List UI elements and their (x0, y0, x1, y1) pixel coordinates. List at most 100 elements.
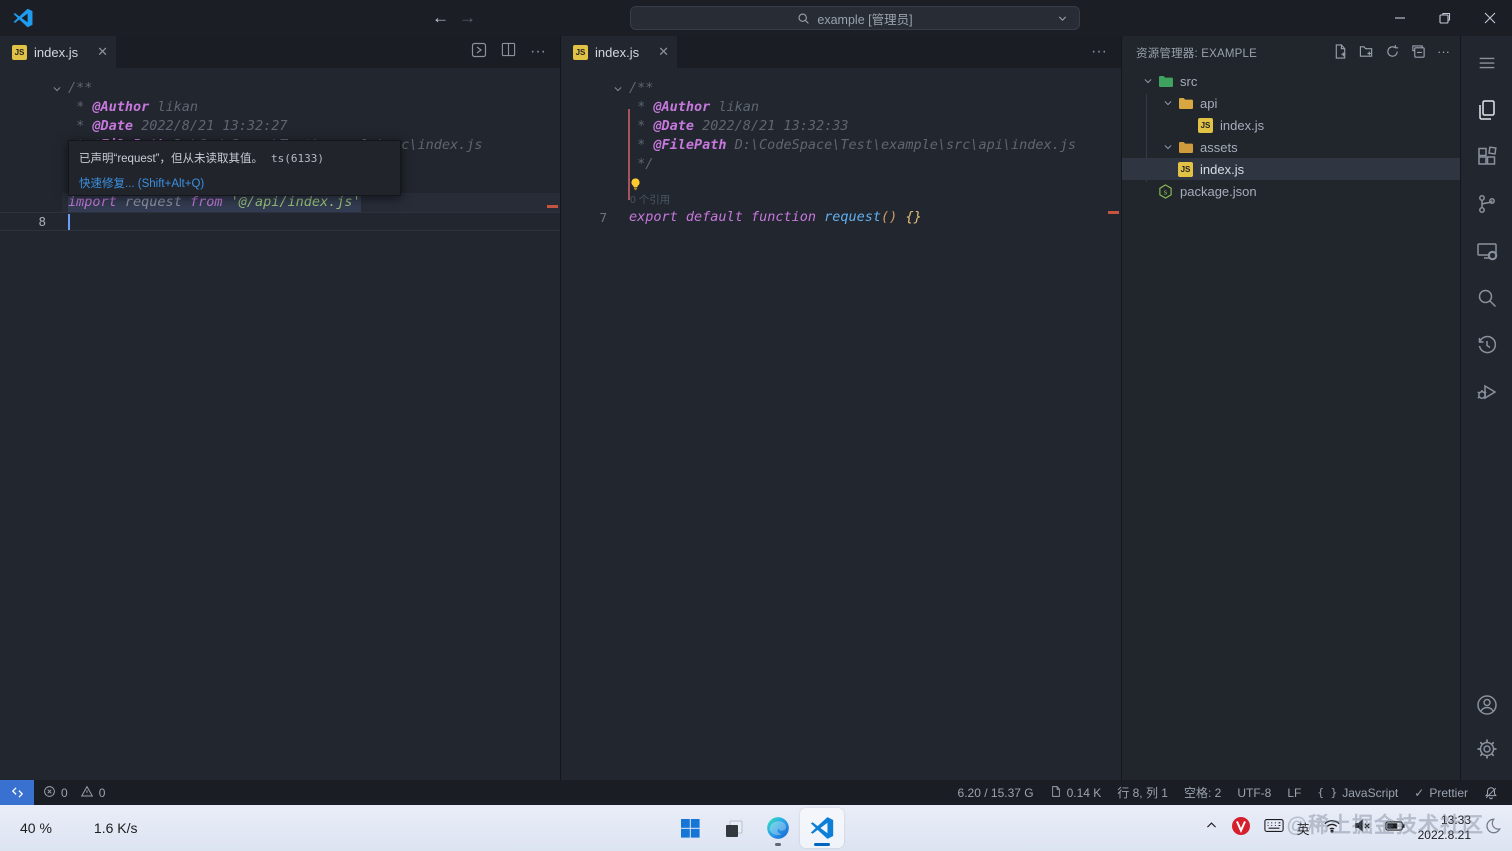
more-actions-icon[interactable]: ··· (1091, 43, 1107, 61)
code-line[interactable] (561, 174, 1121, 193)
network-speed[interactable]: 1.6 K/s (94, 820, 138, 836)
tab-index-js-right[interactable]: JS index.js ✕ (561, 36, 677, 68)
vscode-logo-icon (12, 7, 34, 29)
fold-slot (46, 98, 68, 117)
fold-chevron-icon[interactable] (46, 79, 68, 98)
cursor-position[interactable]: 行 8, 列 1 (1117, 784, 1168, 801)
codelens-references[interactable]: 0 个引用 (561, 193, 1121, 208)
code-line[interactable]: * @Author likan (561, 98, 1121, 117)
windows-start-button[interactable] (668, 808, 712, 848)
system-tray: 英 13:33 2022.8.21 (1205, 805, 1502, 851)
fold-slot (607, 174, 629, 193)
split-editor-icon[interactable] (501, 42, 516, 62)
source-control-icon[interactable] (1474, 191, 1500, 217)
battery-icon[interactable] (1384, 819, 1405, 837)
indentation[interactable]: 空格: 2 (1184, 784, 1221, 801)
warnings-icon[interactable] (80, 785, 94, 801)
chevron-down-icon[interactable] (1056, 12, 1069, 28)
explorer-item-src[interactable]: src (1122, 70, 1460, 92)
file-label: index.js (1220, 117, 1265, 133)
wifi-icon[interactable] (1323, 818, 1341, 838)
window-controls (1377, 0, 1512, 36)
new-folder-icon[interactable] (1359, 44, 1374, 62)
night-mode-icon[interactable] (1484, 817, 1502, 840)
code-line[interactable]: /** (0, 79, 560, 98)
tree-chevron-icon[interactable] (1158, 142, 1178, 152)
tooltip-error-code: ts(6133) (271, 152, 324, 165)
touch-keyboard-icon[interactable] (1263, 818, 1284, 838)
explorer-item-index.js[interactable]: JS index.js (1122, 114, 1460, 136)
volume-muted-icon[interactable] (1354, 818, 1372, 838)
svg-text:s: s (1163, 187, 1167, 196)
account-icon[interactable] (1474, 692, 1500, 718)
editor-left[interactable]: /** * @Author likan * @Date 2022/8/21 13… (0, 68, 560, 780)
tree-chevron-icon[interactable] (1158, 98, 1178, 108)
tab-close-icon[interactable]: ✕ (658, 44, 669, 60)
explorer-item-package.json[interactable]: s package.json (1122, 180, 1460, 202)
code-line[interactable]: * @Date 2022/8/21 13:32:33 (561, 117, 1121, 136)
tab-close-icon[interactable]: ✕ (97, 44, 108, 60)
more-actions-icon[interactable]: ··· (1437, 44, 1450, 62)
back-arrow-icon[interactable]: ← (432, 8, 449, 28)
formatter-status[interactable]: ✓ Prettier (1414, 786, 1468, 800)
edge-browser-button[interactable] (756, 808, 800, 848)
run-debug-icon[interactable] (1474, 379, 1500, 405)
tray-clock[interactable]: 13:33 2022.8.21 (1418, 813, 1471, 843)
fold-slot (607, 98, 629, 117)
explorer-item-api[interactable]: api (1122, 92, 1460, 114)
task-view-button[interactable] (712, 808, 756, 848)
command-center-search[interactable]: example [管理员] (630, 6, 1080, 30)
v2ray-icon[interactable] (1231, 816, 1251, 841)
code-line[interactable]: 7 export default function request() {} (561, 208, 1121, 227)
explorer-item-index.js[interactable]: JS index.js (1122, 158, 1460, 180)
explorer-item-assets[interactable]: assets (1122, 136, 1460, 158)
code-line[interactable]: 8 (0, 212, 560, 231)
line-content: * @Date 2022/8/21 13:32:33 (629, 117, 848, 136)
code-line[interactable]: * @Date 2022/8/21 13:32:27 (0, 117, 560, 136)
refresh-icon[interactable] (1385, 44, 1400, 62)
explorer-icon[interactable] (1474, 97, 1500, 123)
errors-icon[interactable] (43, 785, 56, 801)
more-actions-icon[interactable]: ··· (530, 43, 546, 61)
lightbulb-icon[interactable] (629, 177, 642, 191)
menu-icon[interactable] (1474, 50, 1500, 76)
code-line[interactable]: * @FilePath D:\CodeSpace\Test\example\sr… (561, 136, 1121, 155)
language-mode[interactable]: { } JavaScript (1317, 786, 1398, 800)
vscode-taskbar-button[interactable] (800, 808, 844, 848)
ime-indicator[interactable]: 英 (1297, 819, 1310, 838)
new-file-icon[interactable] (1333, 44, 1348, 62)
run-code-icon[interactable] (471, 42, 487, 63)
code-line[interactable]: * @Author likan (0, 98, 560, 117)
editor-right[interactable]: /** * @Author likan * @Date 2022/8/21 13… (561, 68, 1121, 780)
tray-chevron-up-icon[interactable] (1205, 819, 1218, 837)
errors-count[interactable]: 0 (61, 786, 68, 800)
tree-chevron-icon[interactable] (1138, 76, 1158, 86)
quick-fix-link[interactable]: 快速修复... (Shift+Alt+Q) (79, 175, 390, 191)
remote-indicator[interactable] (0, 780, 34, 805)
line-number: 7 (599, 210, 607, 225)
collapse-all-icon[interactable] (1411, 44, 1426, 62)
tab-index-js-left[interactable]: JS index.js ✕ (0, 36, 116, 68)
minimize-icon[interactable] (1377, 0, 1422, 36)
encoding[interactable]: UTF-8 (1237, 786, 1271, 800)
code-line[interactable]: /** (561, 79, 1121, 98)
code-line[interactable]: */ (561, 155, 1121, 174)
warnings-count[interactable]: 0 (99, 786, 106, 800)
notifications-muted-icon[interactable] (1484, 786, 1498, 800)
close-icon[interactable] (1467, 0, 1512, 36)
history-icon[interactable] (1474, 332, 1500, 358)
eol-sequence[interactable]: LF (1287, 786, 1301, 800)
js-icon: JS (1178, 161, 1196, 177)
forward-arrow-icon[interactable]: → (459, 8, 476, 28)
editor-group-left: JS index.js ✕ ··· /** * @Author likan * … (0, 36, 560, 780)
remote-explorer-icon[interactable] (1474, 238, 1500, 264)
js-icon: JS (1198, 117, 1216, 133)
extensions-icon[interactable] (1474, 144, 1500, 170)
code-token: D:\CodeSpace\Test\example\src\api\index.… (726, 137, 1077, 153)
settings-gear-icon[interactable] (1474, 736, 1500, 762)
cpu-usage[interactable]: 40 % (20, 820, 52, 836)
fold-chevron-icon[interactable] (607, 79, 629, 98)
search-icon[interactable] (1474, 285, 1500, 311)
memory-usage[interactable]: 6.20 / 15.37 G (958, 786, 1034, 800)
restore-icon[interactable] (1422, 0, 1467, 36)
